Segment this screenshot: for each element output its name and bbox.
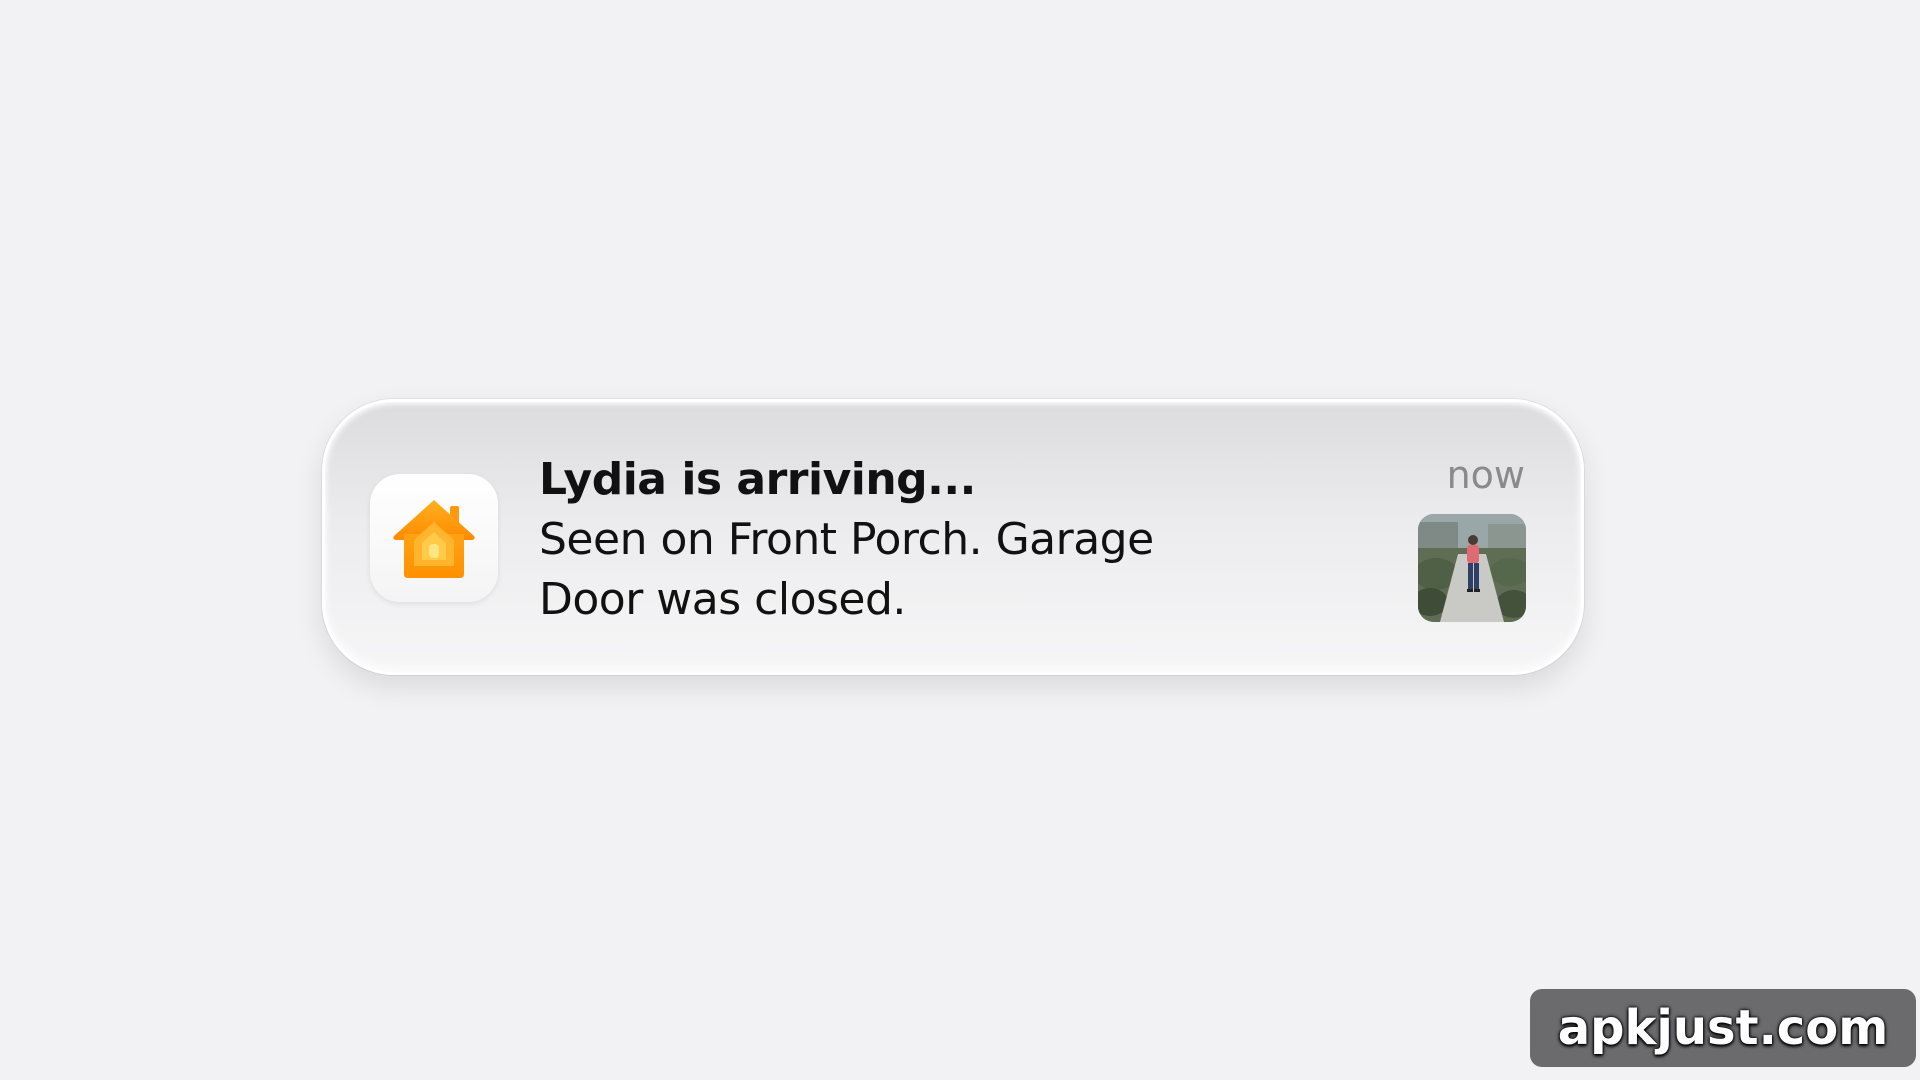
notification-content: Lydia is arriving... Seen on Front Porch… <box>539 450 1299 630</box>
notification-timestamp: now <box>1446 453 1525 497</box>
notification-body-line-1: Seen on Front Porch. Garage <box>539 514 1154 565</box>
notification-banner[interactable]: Lydia is arriving... Seen on Front Porch… <box>322 399 1584 675</box>
watermark-text: apkjust.com <box>1557 1000 1889 1056</box>
person-on-walkway-image <box>1418 514 1526 622</box>
notification-title: Lydia is arriving... <box>539 454 976 505</box>
home-app-icon <box>370 474 498 602</box>
watermark-badge: apkjust.com <box>1530 989 1916 1067</box>
home-icon <box>393 500 475 578</box>
camera-snapshot-thumbnail[interactable] <box>1418 514 1526 622</box>
notification-body-line-2: Door was closed. <box>539 574 906 625</box>
screen: Lydia is arriving... Seen on Front Porch… <box>0 0 1920 1080</box>
